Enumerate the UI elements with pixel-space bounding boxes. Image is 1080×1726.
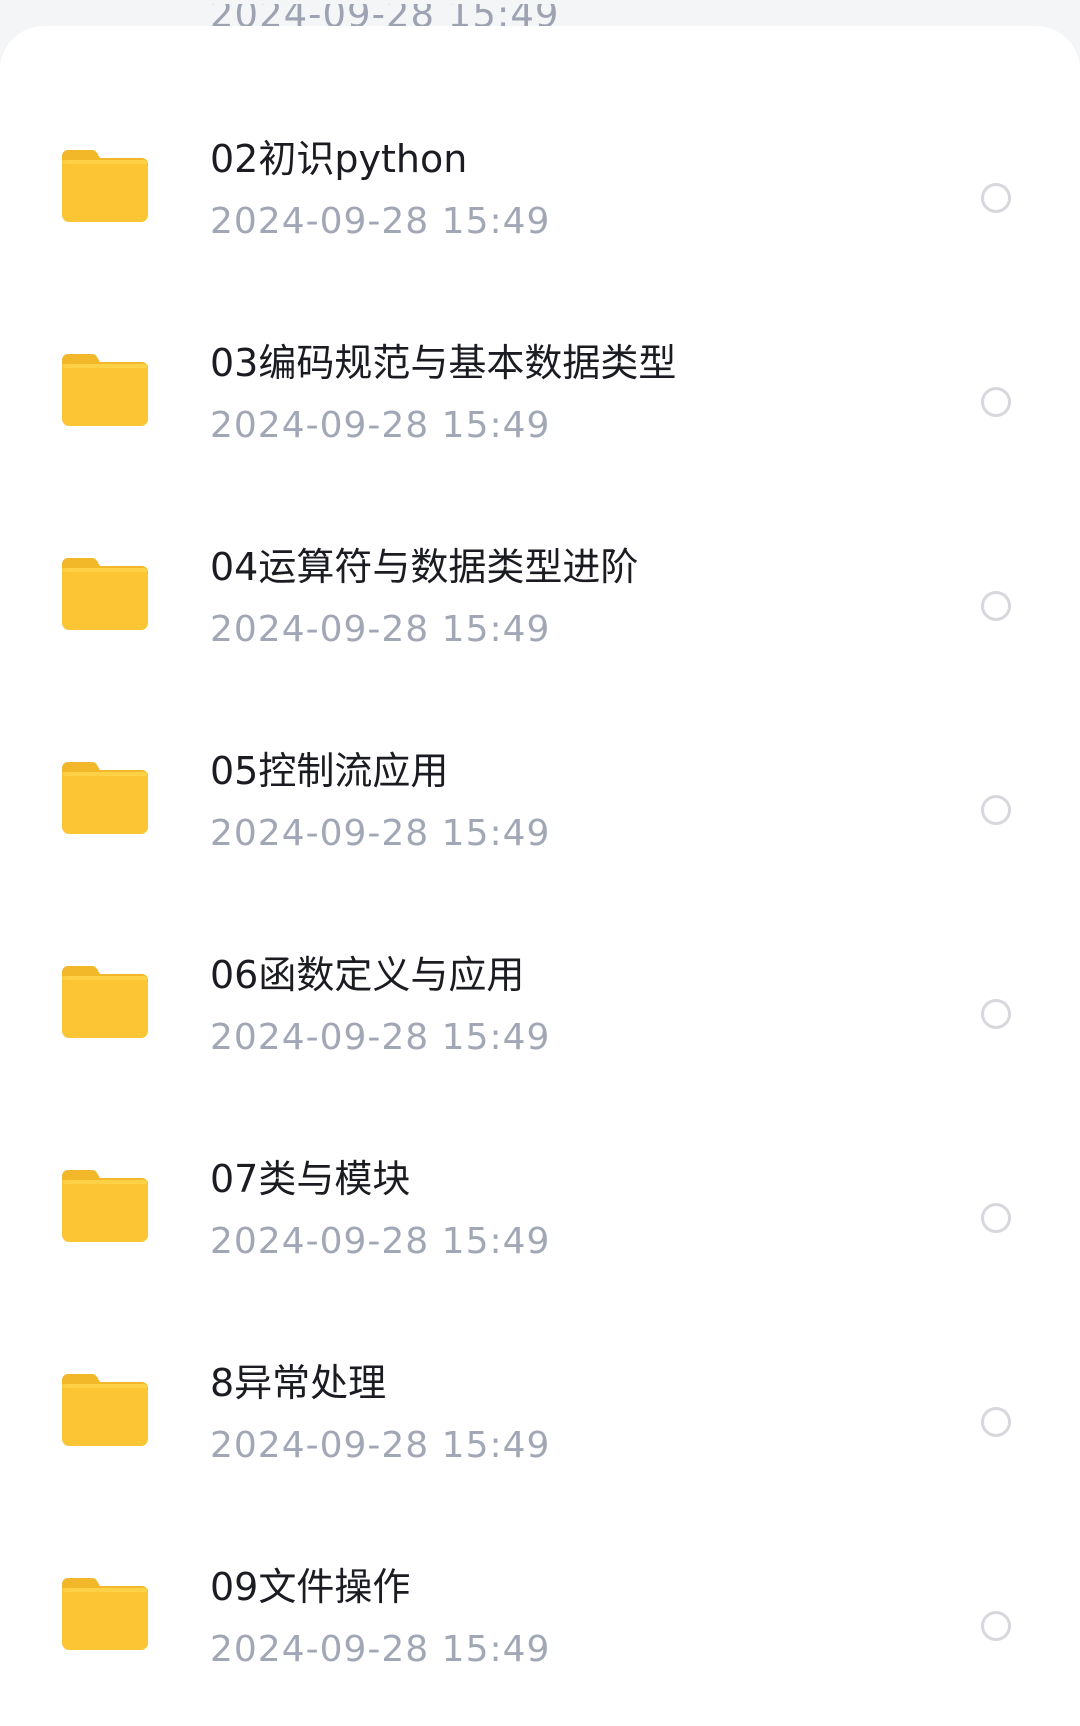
list-item[interactable]: 06函数定义与应用 2024-09-28 15:49 [0,842,1080,1058]
folder-icon [62,554,148,630]
list-item[interactable]: 02初识python 2024-09-28 15:49 [0,26,1080,242]
folder-icon [62,350,148,426]
list-item[interactable]: 8异常处理 2024-09-28 15:49 [0,1250,1080,1466]
select-circle-icon[interactable] [981,1407,1011,1437]
list-item[interactable]: 09文件操作 2024-09-28 15:49 [0,1454,1080,1670]
folder-date: 2024-09-28 15:49 [210,1629,551,1670]
folder-icon [62,146,148,222]
folder-name: 03编码规范与基本数据类型 [210,341,677,385]
folder-name: 07类与模块 [210,1157,411,1201]
folder-icon [62,1166,148,1242]
folder-name: 02初识python [210,137,468,181]
list-item[interactable]: 07类与模块 2024-09-28 15:49 [0,1046,1080,1262]
file-list-card: 02初识python 2024-09-28 15:49 03编码规范与基本数据类… [0,26,1080,1726]
folder-name: 05控制流应用 [210,749,449,793]
list-item[interactable]: 05控制流应用 2024-09-28 15:49 [0,638,1080,854]
folder-name: 06函数定义与应用 [210,953,525,997]
select-circle-icon[interactable] [981,999,1011,1029]
folder-icon [62,962,148,1038]
select-circle-icon[interactable] [981,183,1011,213]
folder-name: 09文件操作 [210,1565,411,1609]
folder-icon [62,758,148,834]
select-circle-icon[interactable] [981,387,1011,417]
list-item[interactable]: 04运算符与数据类型进阶 2024-09-28 15:49 [0,434,1080,650]
folder-icon [62,1574,148,1650]
list-item[interactable]: 03编码规范与基本数据类型 2024-09-28 15:49 [0,230,1080,446]
folder-name: 04运算符与数据类型进阶 [210,545,639,589]
select-circle-icon[interactable] [981,795,1011,825]
select-circle-icon[interactable] [981,1203,1011,1233]
folder-icon [62,1370,148,1446]
select-circle-icon[interactable] [981,1611,1011,1641]
select-circle-icon[interactable] [981,591,1011,621]
folder-name: 8异常处理 [210,1361,387,1405]
